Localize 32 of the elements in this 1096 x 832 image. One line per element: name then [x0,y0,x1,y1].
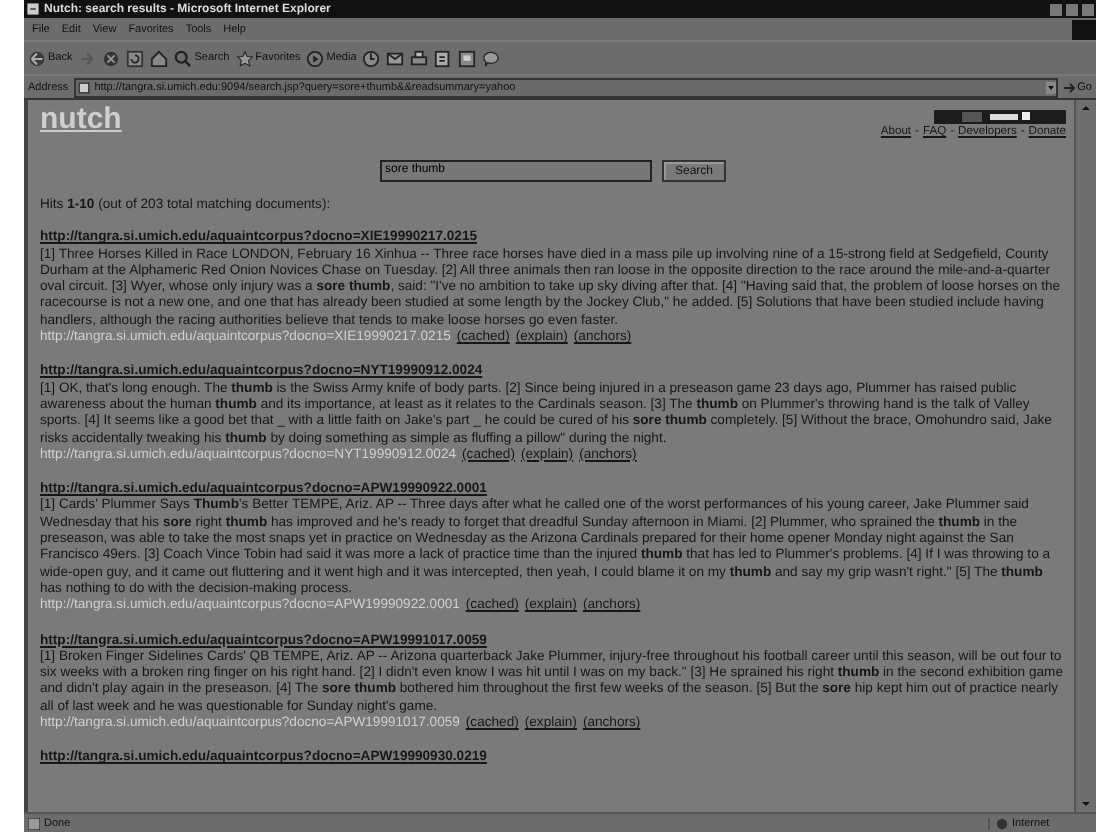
star-icon [235,49,254,67]
dropdown-icon[interactable] [1045,81,1056,93]
printer-icon [410,49,429,67]
page-icon [26,2,40,16]
go-arrow-icon [1063,81,1076,93]
minimize-button[interactable] [1050,3,1062,15]
discuss-icon [458,49,477,67]
stop-icon [102,49,121,67]
refresh-icon [126,49,145,67]
mail-icon [386,49,405,67]
search-icon [174,49,193,67]
logo[interactable]: nutch [40,102,122,138]
toolbar-button[interactable] [126,49,145,67]
media-icon [306,49,325,67]
edit-icon [434,49,453,67]
toolbar-button[interactable] [386,49,405,67]
toolbar-button[interactable] [150,49,169,67]
toolbar-button[interactable] [362,49,381,67]
banner-graphic-icon [934,110,1066,124]
back-arrow-icon [28,49,46,67]
toolbar-button[interactable] [410,49,429,67]
maximize-button[interactable] [1066,3,1078,15]
home-icon [150,49,169,67]
page-icon [28,817,40,829]
scrollbar[interactable] [1074,100,1096,812]
close-button[interactable] [1082,3,1094,15]
toolbar-button[interactable] [102,49,121,67]
history-icon [362,49,381,67]
page-icon [78,81,91,93]
toolbar-button[interactable] [434,49,453,67]
chat-bubble-icon [482,49,501,67]
globe-icon [996,817,1008,829]
